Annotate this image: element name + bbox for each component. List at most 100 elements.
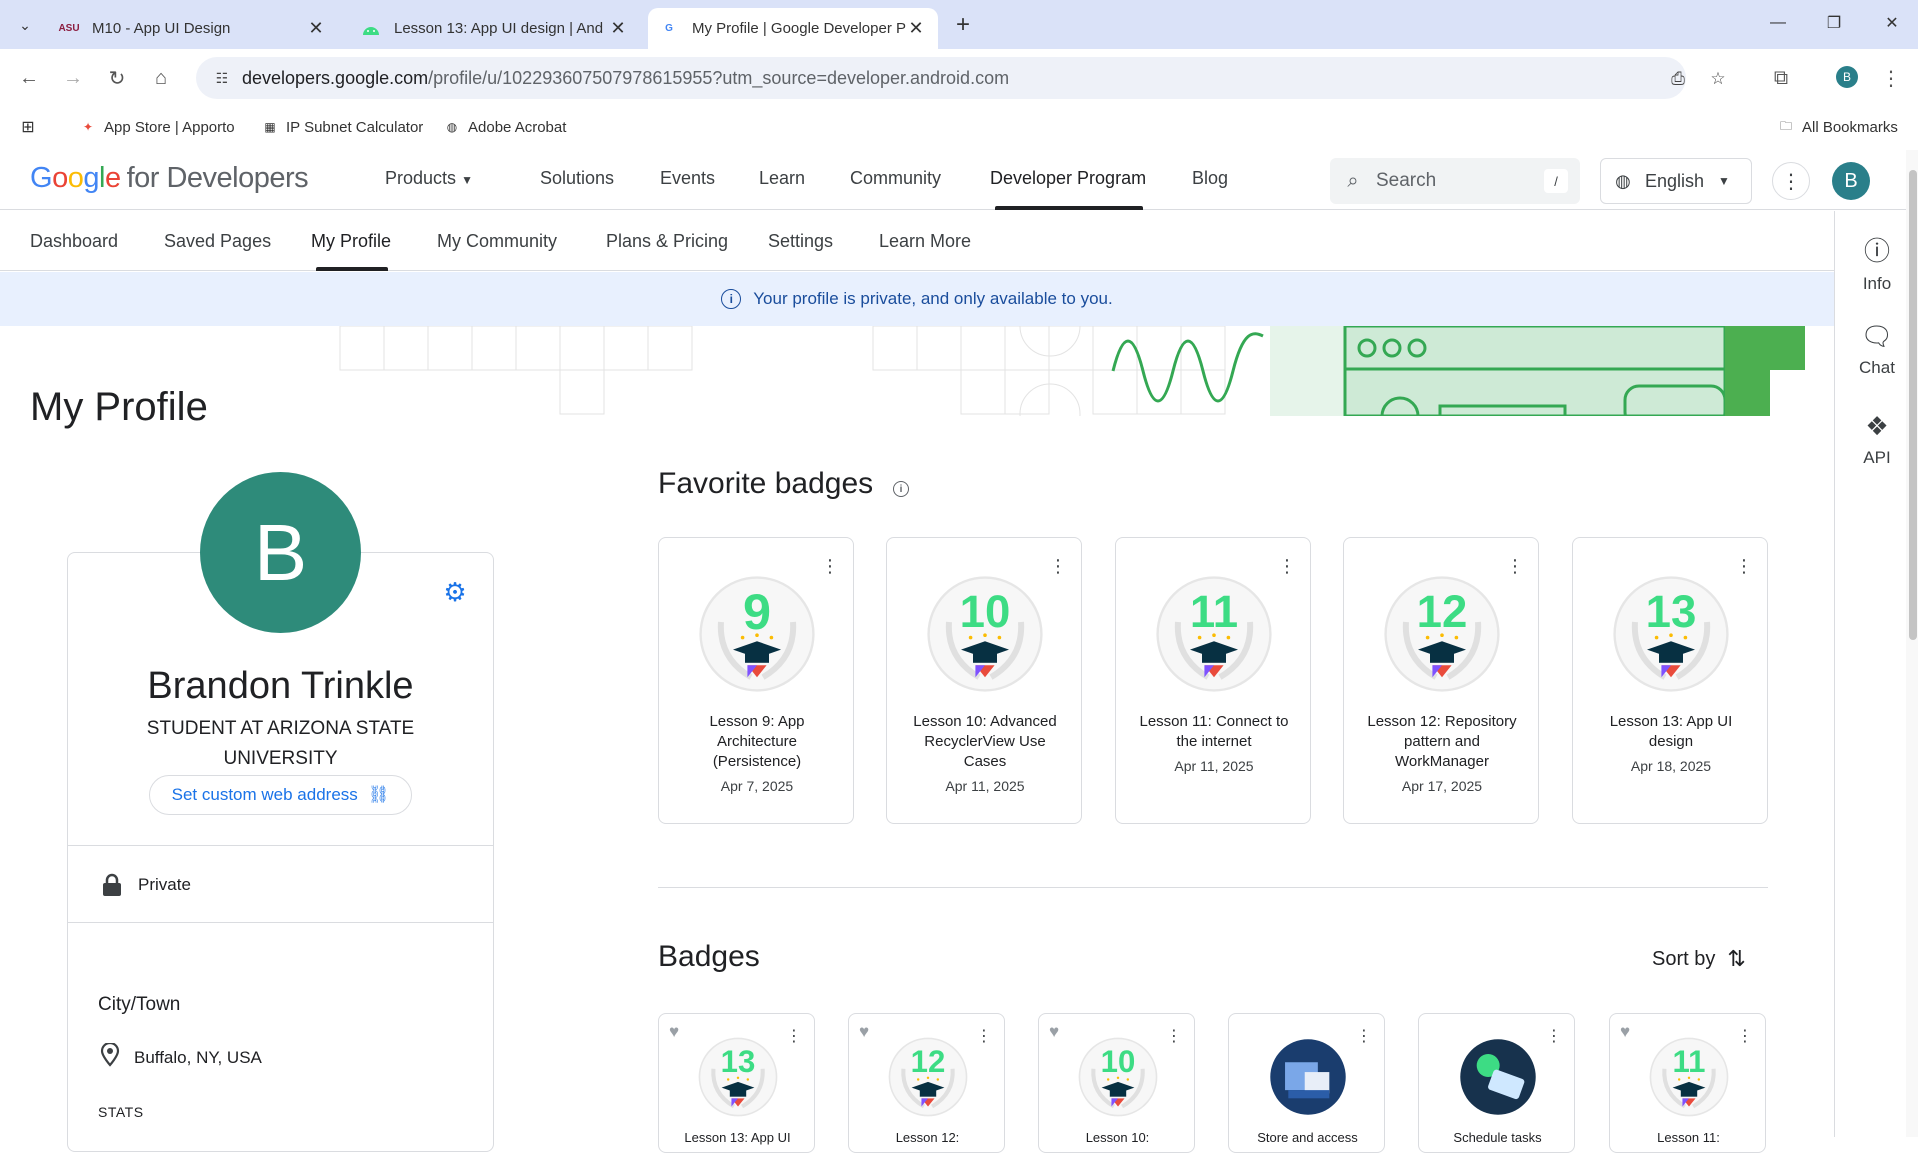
badge-card[interactable]: ⋮ Schedule tasks <box>1418 1013 1575 1153</box>
svg-text:12: 12 <box>911 1044 946 1079</box>
svg-text:12: 12 <box>1417 586 1468 637</box>
svg-text:13: 13 <box>1646 586 1697 637</box>
favorite-badge-card[interactable]: ⋮ 10 Lesson 10: Advanced RecyclerView Us… <box>886 537 1082 824</box>
favorite-badge-card[interactable]: ⋮ 11 Lesson 11: Connect to the internet … <box>1115 537 1311 824</box>
apps-grid-icon[interactable]: ⊞ <box>20 116 36 138</box>
restore-icon[interactable]: ❐ <box>1814 8 1854 38</box>
browser-tab-2[interactable]: Lesson 13: App UI design | And ✕ <box>350 8 640 49</box>
tab-my-community[interactable]: My Community <box>437 231 557 252</box>
badge-card[interactable]: ♥ ⋮ 10 Lesson 10: <box>1038 1013 1195 1153</box>
tab-learn-more[interactable]: Learn More <box>879 231 971 252</box>
more-options-icon[interactable]: ⋮ <box>786 1026 802 1046</box>
nav-community[interactable]: Community <box>850 168 941 189</box>
badge-card[interactable]: ♥ ⋮ 13 Lesson 13: App UI <box>658 1013 815 1153</box>
badge-title: Schedule tasks <box>1453 1130 1542 1145</box>
more-options-icon[interactable]: ⋮ <box>1278 556 1296 577</box>
more-options-icon[interactable]: ⋮ <box>1166 1026 1182 1046</box>
home-icon[interactable]: ⌂ <box>146 63 176 93</box>
minimize-icon[interactable]: — <box>1758 8 1798 38</box>
tab-title: My Profile | Google Developer P <box>692 20 906 37</box>
browser-tab-3-active[interactable]: G My Profile | Google Developer P ✕ <box>648 8 938 49</box>
back-icon[interactable]: ← <box>14 63 44 93</box>
badge-image: 10 <box>925 574 1045 694</box>
tab-saved-pages[interactable]: Saved Pages <box>164 231 271 252</box>
chrome-menu-icon[interactable]: ⋮ <box>1876 63 1906 93</box>
language-selector[interactable]: ◍ English ▼ <box>1600 158 1752 204</box>
more-options-icon[interactable]: ⋮ <box>1049 556 1067 577</box>
site-search-box[interactable]: ⌕ Search / <box>1330 158 1580 204</box>
folder-icon: 🗀 <box>1779 118 1792 133</box>
nav-events[interactable]: Events <box>660 168 715 189</box>
address-bar[interactable]: ☷ developers.google.com/profile/u/102293… <box>196 57 1726 99</box>
forward-icon[interactable]: → <box>58 63 88 93</box>
bookmark-star-icon[interactable]: ☆ <box>1706 67 1730 91</box>
bookmark-ip-subnet[interactable]: ▦ IP Subnet Calculator <box>262 116 423 138</box>
badge-card[interactable]: ⋮ Store and access <box>1228 1013 1385 1153</box>
close-tab-icon[interactable]: ✕ <box>306 18 326 39</box>
scroll-thumb[interactable] <box>1909 170 1917 640</box>
hero-decoration <box>339 326 1805 416</box>
tab-settings[interactable]: Settings <box>768 231 833 252</box>
badge-card[interactable]: ♥ ⋮ 11 Lesson 11: <box>1609 1013 1766 1153</box>
badge-title: Lesson 12: Repository pattern and WorkMa… <box>1367 713 1517 770</box>
info-icon[interactable]: i <box>893 481 909 497</box>
more-options-icon[interactable]: ⋮ <box>1506 556 1524 577</box>
badge-card[interactable]: ♥ ⋮ 12 Lesson 12: <box>848 1013 1005 1153</box>
nav-products[interactable]: Products ▼ <box>385 168 473 189</box>
nav-blog[interactable]: Blog <box>1192 168 1228 189</box>
tab-search-chevron-icon[interactable]: ⌄ <box>10 10 40 40</box>
favorite-badges-title: Favorite badges <box>658 467 874 500</box>
more-options-icon[interactable]: ⋮ <box>1772 162 1810 200</box>
favorite-badge-card[interactable]: ⋮ 13 Lesson 13: App UI design Apr 18, 20… <box>1572 537 1768 824</box>
extensions-icon[interactable]: ⧉ <box>1766 63 1796 93</box>
reload-icon[interactable]: ↻ <box>102 63 132 93</box>
sort-by-button[interactable]: Sort by ⇅ <box>1652 946 1746 972</box>
set-custom-web-address-button[interactable]: Set custom web address ⛓ <box>149 775 412 815</box>
site-header: Google for Developers Products ▼ Solution… <box>0 150 1918 210</box>
nav-solutions[interactable]: Solutions <box>540 168 614 189</box>
bookmark-app-store[interactable]: ✦ App Store | Apporto <box>80 116 235 138</box>
user-avatar[interactable]: B <box>1832 162 1870 200</box>
favorite-heart-icon[interactable]: ♥ <box>859 1022 869 1042</box>
favorite-badge-card[interactable]: ⋮ 9 Lesson 9: App Architecture (Persiste… <box>658 537 854 824</box>
page-title: My Profile <box>30 385 208 429</box>
badge-title: Store and access <box>1257 1130 1358 1145</box>
close-window-icon[interactable]: ✕ <box>1872 8 1912 38</box>
close-tab-icon[interactable]: ✕ <box>608 18 628 39</box>
divider <box>67 845 494 846</box>
more-options-icon[interactable]: ⋮ <box>1546 1026 1562 1046</box>
close-tab-icon[interactable]: ✕ <box>906 18 926 39</box>
profile-name: Brandon Trinkle <box>147 665 414 707</box>
favorite-heart-icon[interactable]: ♥ <box>1049 1022 1059 1042</box>
browser-tab-1[interactable]: ASU M10 - App UI Design ✕ <box>48 8 338 49</box>
badge-title: Lesson 12: <box>895 1130 960 1145</box>
more-options-icon[interactable]: ⋮ <box>976 1026 992 1046</box>
more-options-icon[interactable]: ⋮ <box>1735 556 1753 577</box>
tab-dashboard[interactable]: Dashboard <box>30 231 118 252</box>
url-text[interactable]: developers.google.com/profile/u/10229360… <box>242 68 1009 89</box>
all-bookmarks[interactable]: 🗀 All Bookmarks <box>1778 116 1898 138</box>
bookmark-adobe[interactable]: ◍ Adobe Acrobat <box>444 116 567 138</box>
favorite-badge-card[interactable]: ⋮ 12 Lesson 12: Repository pattern and W… <box>1343 537 1539 824</box>
tab-my-profile[interactable]: My Profile <box>311 231 391 252</box>
google-for-developers-logo[interactable]: Google for Developers <box>30 162 309 195</box>
lock-icon <box>100 872 124 898</box>
badge-image: 11 <box>1154 574 1274 694</box>
install-app-icon[interactable]: ⎙ <box>1666 67 1690 91</box>
nav-developer-program[interactable]: Developer Program <box>990 168 1146 189</box>
badge-date: Apr 18, 2025 <box>1630 758 1712 774</box>
more-options-icon[interactable]: ⋮ <box>1356 1026 1372 1046</box>
settings-gear-icon[interactable]: ⚙ <box>441 577 469 607</box>
more-options-icon[interactable]: ⋮ <box>821 556 839 577</box>
tab-plans-pricing[interactable]: Plans & Pricing <box>606 231 728 252</box>
more-options-icon[interactable]: ⋮ <box>1737 1026 1753 1046</box>
favorite-heart-icon[interactable]: ♥ <box>669 1022 679 1042</box>
nav-learn[interactable]: Learn <box>759 168 805 189</box>
favorite-heart-icon[interactable]: ♥ <box>1620 1022 1630 1042</box>
new-tab-icon[interactable]: + <box>948 10 978 40</box>
profile-subnav: Dashboard Saved Pages My Profile My Comm… <box>0 211 1834 271</box>
stats-label: STATS <box>98 1104 144 1120</box>
browser-profile-avatar[interactable]: B <box>1836 66 1858 88</box>
site-info-icon[interactable]: ☷ <box>202 70 242 87</box>
page-scrollbar[interactable] <box>1906 150 1918 1137</box>
